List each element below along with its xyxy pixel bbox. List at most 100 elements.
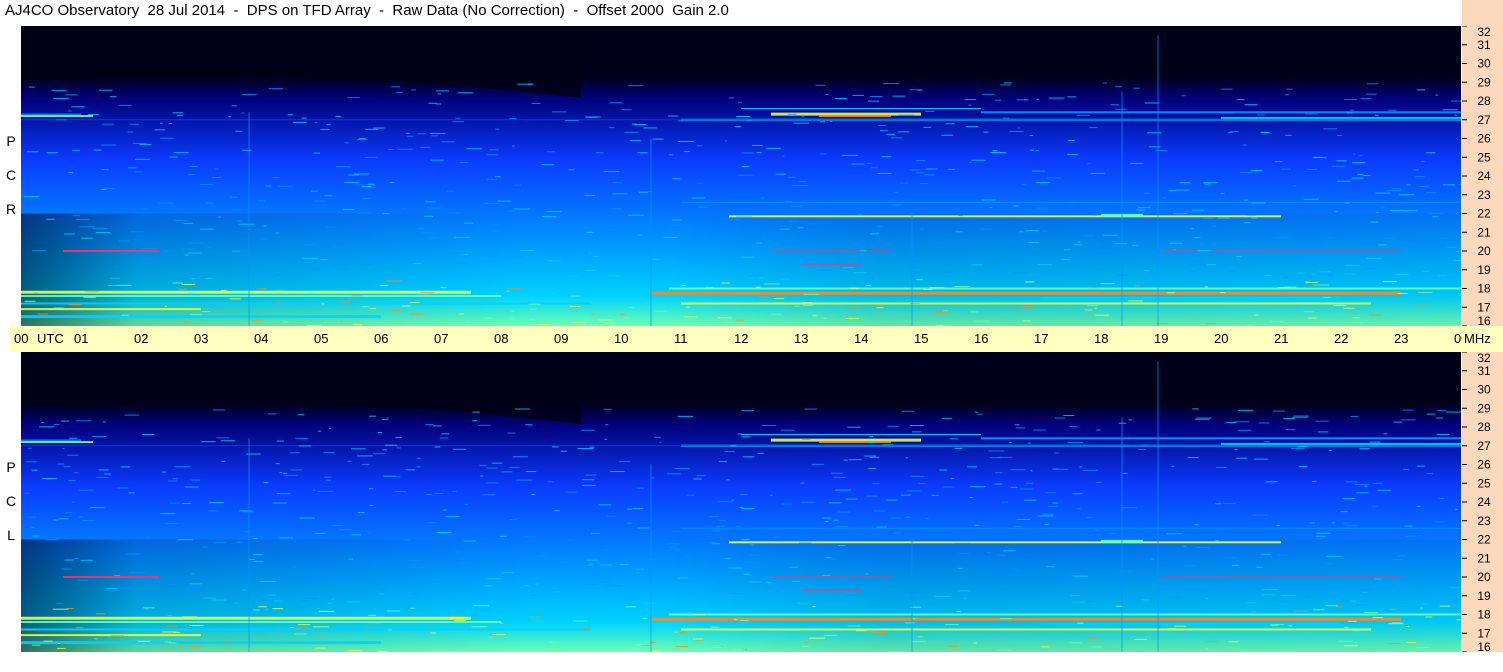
noise-speck: [172, 478, 179, 480]
noise-speck: [925, 518, 929, 520]
noise-speck: [189, 166, 199, 168]
noise-speck: [762, 237, 767, 239]
noise-speck: [1337, 134, 1343, 136]
noise-speck: [1167, 292, 1176, 294]
noise-speck: [512, 145, 515, 147]
noise-speck: [304, 599, 307, 601]
noise-speck: [1313, 284, 1329, 286]
noise-speck: [606, 515, 616, 517]
noise-speck: [540, 552, 549, 554]
noise-speck: [1244, 104, 1258, 106]
noise-speck: [1014, 526, 1022, 528]
noise-speck: [1436, 417, 1443, 419]
noise-speck: [893, 532, 902, 534]
noise-speck: [1168, 190, 1177, 192]
noise-speck: [632, 123, 637, 125]
noise-speck: [1021, 183, 1027, 185]
noise-speck: [1459, 597, 1461, 599]
noise-speck: [207, 247, 212, 249]
noise-speck: [204, 277, 213, 279]
noise-speck: [101, 169, 109, 171]
noise-speck: [376, 255, 382, 257]
noise-speck: [1151, 558, 1154, 560]
noise-speck: [332, 524, 344, 526]
noise-speck: [409, 313, 424, 315]
noise-speck: [825, 558, 837, 560]
noise-speck: [187, 174, 195, 176]
noise-speck: [870, 233, 879, 235]
noise-speck: [111, 635, 125, 637]
noise-speck: [1422, 270, 1430, 272]
noise-speck: [1303, 198, 1319, 200]
noise-speck: [999, 618, 1012, 620]
noise-speck: [1352, 322, 1363, 324]
frequency-tick-label: 31: [1477, 38, 1491, 52]
noise-speck: [439, 437, 449, 439]
noise-speck: [674, 631, 679, 633]
noise-speck: [736, 526, 742, 528]
noise-speck: [1272, 410, 1285, 412]
frequency-tick-label: 26: [1477, 132, 1491, 146]
noise-speck: [630, 140, 641, 142]
noise-speck: [755, 286, 761, 288]
noise-speck: [401, 208, 406, 210]
noise-speck: [934, 595, 951, 597]
time-tick-label: 23: [1394, 331, 1409, 346]
noise-speck: [725, 321, 734, 323]
noise-speck: [64, 559, 74, 561]
noise-speck: [745, 119, 752, 121]
emission-band: [1221, 442, 1461, 445]
noise-speck: [1384, 237, 1395, 239]
noise-speck: [484, 585, 493, 587]
noise-speck: [164, 305, 168, 307]
noise-speck: [1205, 286, 1208, 288]
noise-speck: [276, 493, 291, 495]
noise-speck: [130, 572, 146, 574]
noise-speck: [681, 284, 686, 286]
noise-speck: [98, 89, 113, 91]
noise-speck: [860, 250, 867, 252]
panel-label-lcp: P C L: [3, 450, 19, 552]
noise-speck: [1312, 609, 1325, 611]
noise-speck: [464, 320, 470, 322]
noise-speck: [488, 636, 493, 638]
noise-speck: [454, 619, 466, 621]
noise-speck: [1397, 293, 1408, 295]
noise-speck: [317, 430, 322, 432]
noise-speck: [1029, 149, 1034, 151]
noise-speck: [68, 304, 82, 306]
noise-speck: [481, 255, 492, 257]
noise-speck: [1398, 194, 1415, 196]
noise-speck: [142, 433, 155, 435]
noise-speck: [1442, 184, 1456, 186]
time-tick-label: 09: [554, 331, 569, 346]
noise-speck: [81, 520, 96, 522]
noise-speck: [994, 99, 1002, 101]
noise-speck: [822, 517, 832, 519]
noise-speck: [56, 647, 66, 649]
noise-speck: [823, 634, 838, 636]
noise-speck: [44, 539, 59, 541]
noise-speck: [268, 88, 283, 90]
noise-speck: [531, 494, 536, 496]
noise-speck: [833, 476, 846, 478]
noise-speck: [353, 324, 362, 326]
noise-speck: [834, 97, 847, 99]
noise-speck: [23, 196, 39, 198]
noise-speck: [918, 483, 926, 485]
noise-speck: [696, 475, 706, 477]
frequency-tick-label: 27: [1477, 113, 1491, 127]
noise-speck: [1277, 554, 1288, 556]
noise-speck: [293, 121, 307, 123]
noise-speck: [457, 92, 474, 94]
noise-speck: [31, 249, 46, 251]
noise-speck: [988, 450, 1005, 452]
noise-speck: [254, 560, 264, 562]
noise-speck: [974, 524, 980, 526]
noise-speck: [721, 525, 725, 527]
noise-speck: [373, 127, 385, 129]
noise-speck: [822, 574, 831, 576]
frequency-axis-rcp: 16 17 18 19 20 21 22 23 24 25 26 27 28 29 30 31 32: [1462, 26, 1503, 326]
noise-speck: [1389, 608, 1397, 610]
noise-speck: [668, 154, 674, 156]
